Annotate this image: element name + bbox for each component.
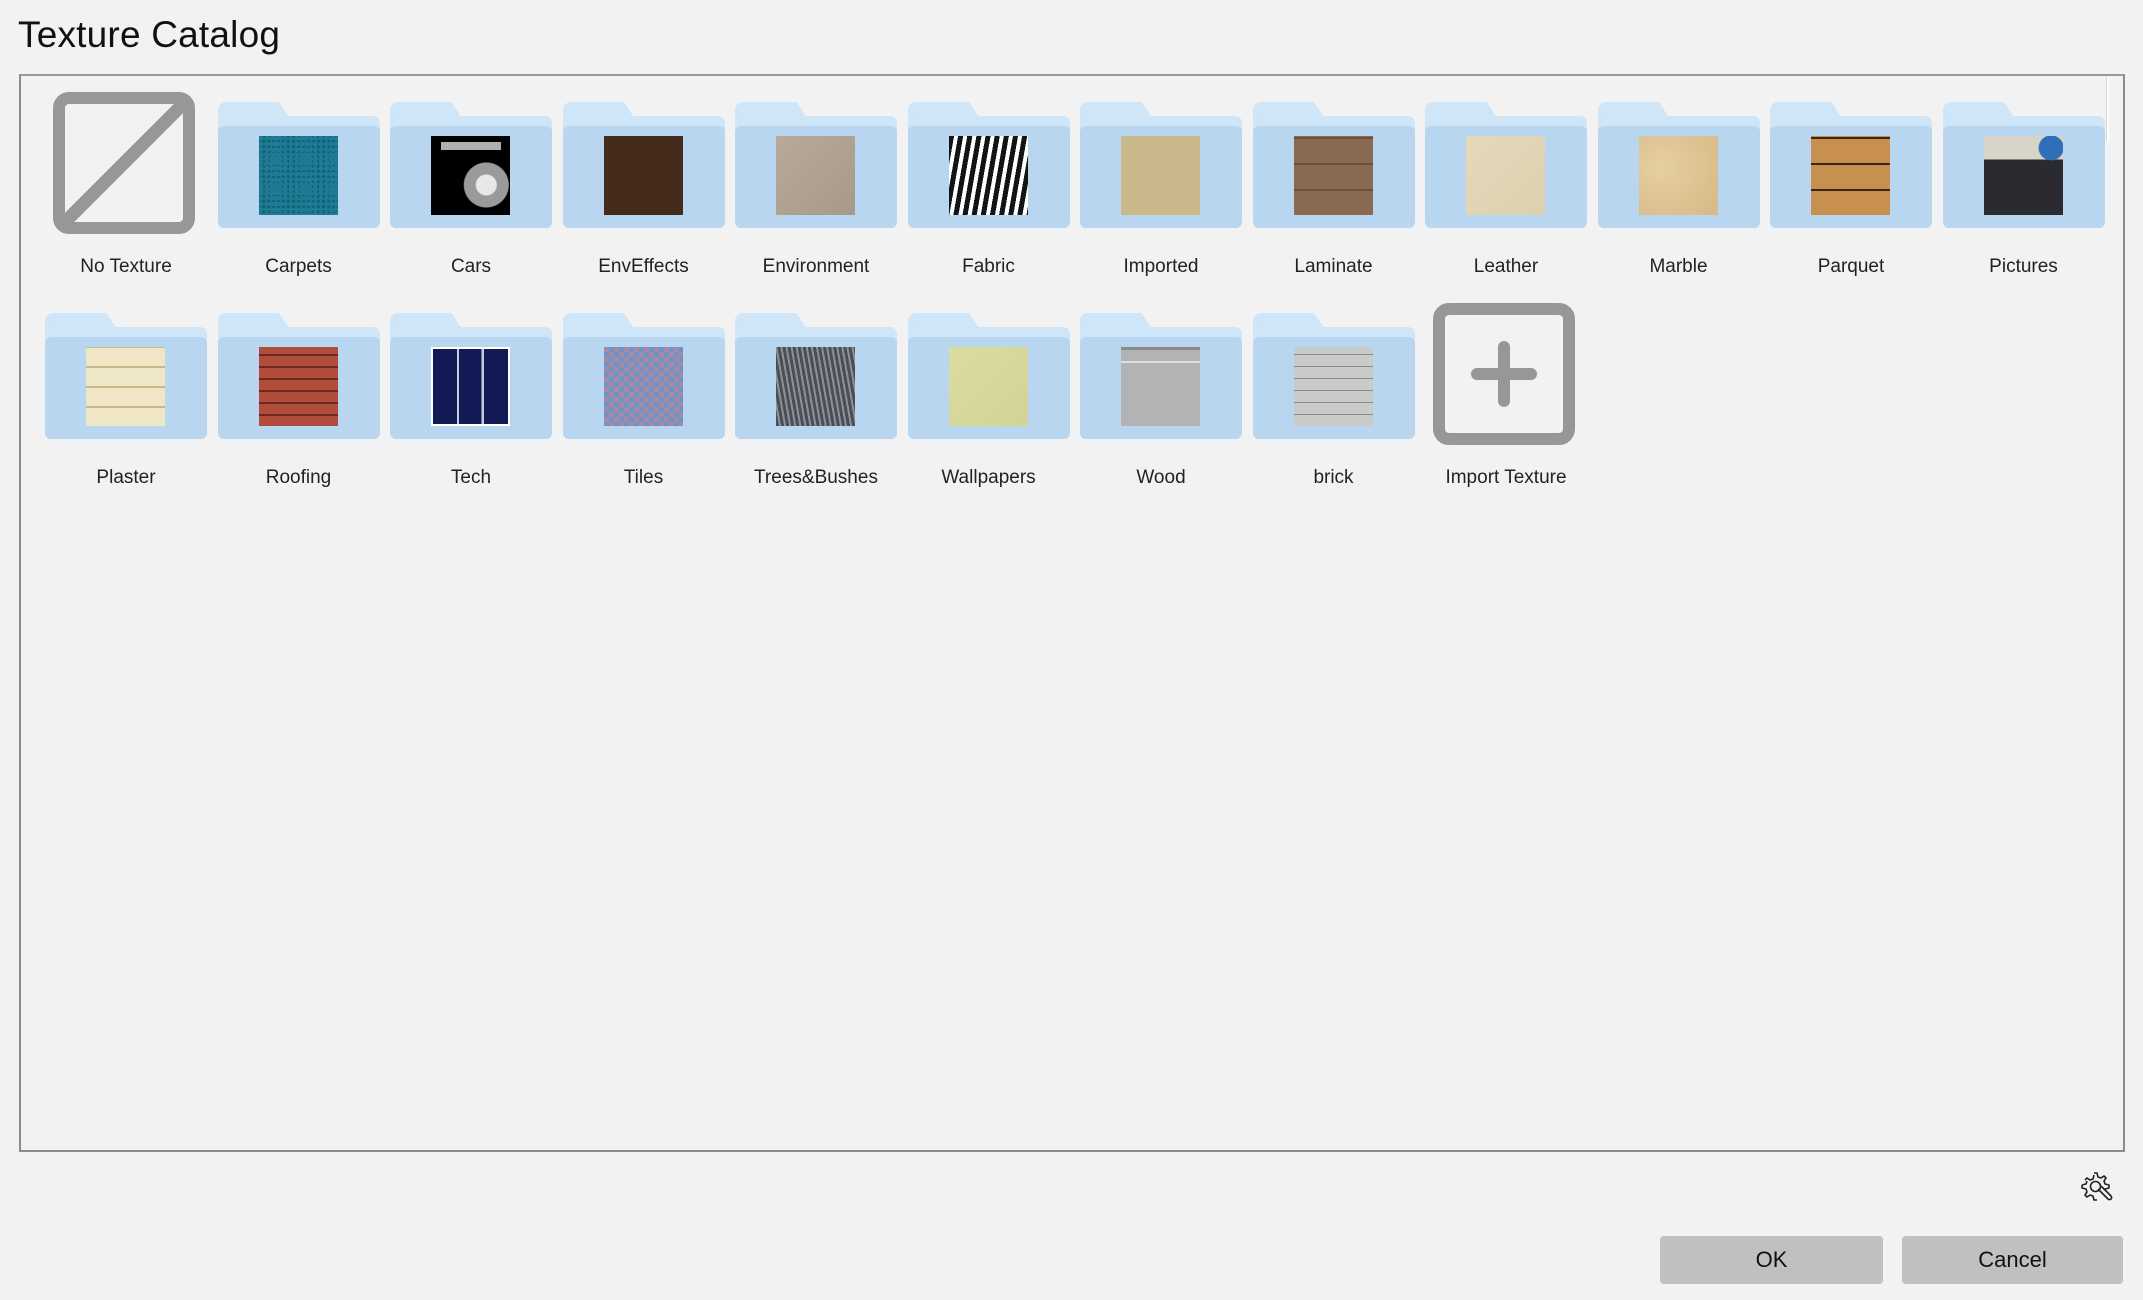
texture-grid: No Texture Carpets Cars EnvEffects Envir… <box>19 74 2125 1152</box>
no-texture-icon <box>53 92 195 234</box>
folder-icon <box>390 102 552 228</box>
folder-icon <box>907 102 1070 228</box>
plus-icon <box>1433 303 1575 445</box>
folder-icon <box>1597 102 1760 228</box>
catalog-item-imported[interactable]: Imported <box>1080 102 1242 292</box>
catalog-item-environment[interactable]: Environment <box>735 102 897 292</box>
catalog-item-enveffects[interactable]: EnvEffects <box>562 102 725 292</box>
folder-icon <box>735 102 897 228</box>
texture-thumbnail <box>258 347 338 426</box>
texture-thumbnail <box>603 347 683 426</box>
folder-icon <box>1425 102 1587 228</box>
folder-icon <box>1080 313 1242 439</box>
texture-thumbnail <box>1466 136 1545 215</box>
texture-thumbnail <box>1121 347 1200 426</box>
texture-thumbnail <box>948 347 1028 426</box>
catalog-item-cars[interactable]: Cars <box>390 102 552 292</box>
catalog-item-fabric[interactable]: Fabric <box>907 102 1070 292</box>
catalog-item-leather[interactable]: Leather <box>1425 102 1587 292</box>
catalog-item-no-texture[interactable]: No Texture <box>45 92 207 292</box>
dialog-title: Texture Catalog <box>18 14 281 55</box>
catalog-item-plaster[interactable]: Plaster <box>45 313 207 503</box>
catalog-item-trees-bushes[interactable]: Trees&Bushes <box>735 313 897 503</box>
catalog-item-pictures[interactable]: Pictures <box>1942 102 2105 292</box>
catalog-item-carpets[interactable]: Carpets <box>217 102 380 292</box>
folder-icon <box>1770 102 1932 228</box>
texture-thumbnail <box>1121 136 1200 215</box>
texture-thumbnail <box>431 347 510 426</box>
catalog-item-tiles[interactable]: Tiles <box>562 313 725 503</box>
catalog-item-wallpapers[interactable]: Wallpapers <box>907 313 1070 503</box>
folder-icon <box>45 313 207 439</box>
folder-icon <box>1252 102 1415 228</box>
texture-thumbnail <box>1293 347 1373 426</box>
catalog-item-label: Pictures <box>1989 256 2058 277</box>
folder-icon <box>562 313 725 439</box>
texture-thumbnail <box>948 136 1028 215</box>
catalog-item-label: Import Texture <box>1445 467 1567 488</box>
catalog-item-tech[interactable]: Tech <box>390 313 552 503</box>
texture-thumbnail <box>1293 136 1373 215</box>
folder-icon <box>562 102 725 228</box>
texture-thumbnail <box>258 136 338 215</box>
folder-icon <box>1252 313 1415 439</box>
gear-wrench-icon[interactable] <box>2080 1171 2114 1205</box>
folder-icon <box>1942 102 2105 228</box>
catalog-item-wood[interactable]: Wood <box>1080 313 1242 503</box>
texture-thumbnail <box>86 347 165 426</box>
texture-thumbnail <box>1983 136 2063 215</box>
texture-thumbnail <box>1811 136 1890 215</box>
catalog-item-roofing[interactable]: Roofing <box>217 313 380 503</box>
folder-icon <box>735 313 897 439</box>
folder-icon <box>217 313 380 439</box>
texture-thumbnail <box>431 136 510 215</box>
catalog-item-marble[interactable]: Marble <box>1597 102 1760 292</box>
ok-button[interactable]: OK <box>1660 1236 1883 1284</box>
folder-icon <box>907 313 1070 439</box>
cancel-button[interactable]: Cancel <box>1902 1236 2123 1284</box>
catalog-item-laminate[interactable]: Laminate <box>1252 102 1415 292</box>
catalog-item-import-texture[interactable]: Import Texture <box>1425 303 1587 503</box>
folder-icon <box>1080 102 1242 228</box>
catalog-item-brick[interactable]: brick <box>1252 313 1415 503</box>
texture-thumbnail <box>603 136 683 215</box>
folder-icon <box>217 102 380 228</box>
catalog-item-parquet[interactable]: Parquet <box>1770 102 1932 292</box>
texture-thumbnail <box>1638 136 1718 215</box>
texture-thumbnail <box>776 136 855 215</box>
folder-icon <box>390 313 552 439</box>
texture-thumbnail <box>776 347 855 426</box>
scrollbar[interactable] <box>2106 78 2109 142</box>
